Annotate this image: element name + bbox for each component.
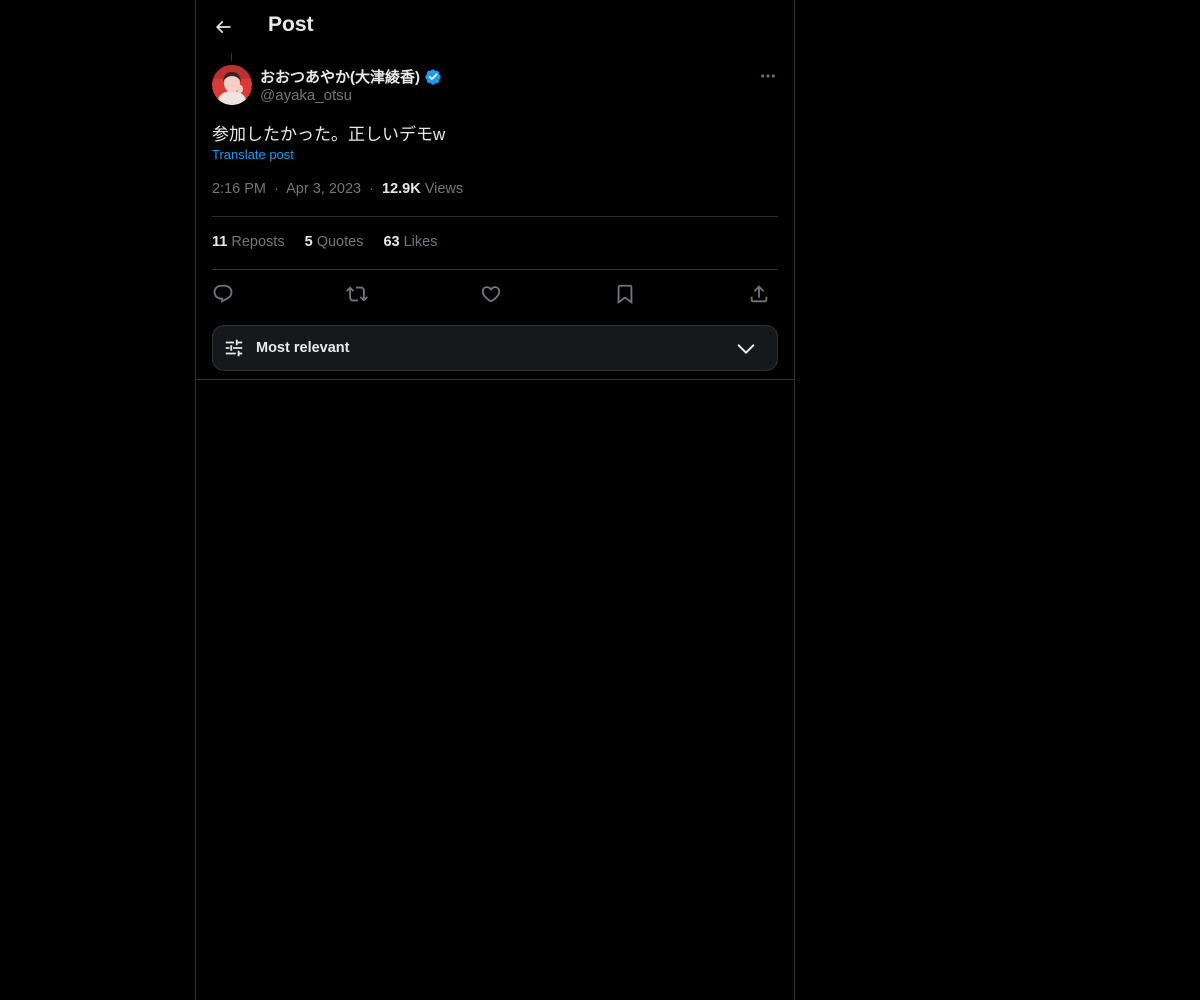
translate-post-link[interactable]: Translate post bbox=[212, 147, 294, 162]
like-button[interactable] bbox=[476, 280, 506, 308]
author-handle[interactable]: @ayaka_otsu bbox=[260, 87, 352, 104]
likes-label: Likes bbox=[403, 234, 438, 250]
views-count: 12.9K bbox=[382, 181, 421, 197]
avatar-photo bbox=[212, 65, 252, 105]
sliders-icon bbox=[225, 339, 243, 357]
bookmark-button[interactable] bbox=[610, 280, 640, 308]
meta-separator: · bbox=[369, 181, 374, 197]
page-title: Post bbox=[268, 13, 314, 36]
likes-stat[interactable]: 63 Likes bbox=[383, 234, 437, 250]
heart-icon bbox=[481, 286, 501, 303]
reposts-label: Reposts bbox=[231, 234, 285, 250]
reply-icon bbox=[213, 284, 233, 303]
author-name[interactable]: おおつあやか(大津綾香) bbox=[260, 66, 442, 87]
reposts-stat[interactable]: 11 Reposts bbox=[212, 234, 285, 250]
avatar[interactable] bbox=[212, 65, 252, 105]
post-meta: 2:16 PM · Apr 3, 2023 · 12.9K Views bbox=[212, 181, 463, 197]
likes-count: 63 bbox=[383, 234, 400, 250]
share-icon bbox=[750, 285, 768, 303]
more-icon bbox=[761, 74, 775, 78]
divider bbox=[212, 216, 778, 217]
quotes-count: 5 bbox=[304, 234, 313, 250]
post-text: 参加したかった。正しいデモw bbox=[212, 125, 446, 144]
divider bbox=[212, 269, 778, 270]
post-date[interactable]: Apr 3, 2023 bbox=[286, 181, 361, 197]
quotes-stat[interactable]: 5 Quotes bbox=[305, 234, 364, 250]
header: Post bbox=[196, 0, 794, 53]
more-options-button[interactable] bbox=[756, 64, 780, 88]
repost-icon bbox=[346, 286, 368, 302]
action-bar bbox=[212, 280, 778, 308]
repost-button[interactable] bbox=[342, 280, 372, 308]
reposts-count: 11 bbox=[212, 234, 228, 250]
thread-line bbox=[231, 53, 232, 61]
back-button[interactable] bbox=[206, 10, 240, 44]
share-button[interactable] bbox=[744, 280, 774, 308]
reply-button[interactable] bbox=[208, 280, 238, 308]
post-stats: 11 Reposts 5 Quotes 63 Likes bbox=[212, 234, 437, 250]
arrow-left-icon bbox=[215, 20, 231, 34]
views-label: Views bbox=[424, 181, 464, 197]
quotes-label: Quotes bbox=[316, 234, 364, 250]
bookmark-icon bbox=[617, 284, 633, 305]
chevron-down-icon bbox=[737, 344, 755, 354]
author-name-text: おおつあやか(大津綾香) bbox=[260, 69, 420, 86]
meta-separator: · bbox=[274, 181, 279, 197]
verified-badge-icon bbox=[425, 68, 441, 85]
sort-label: Most relevant bbox=[256, 340, 350, 356]
replies-sort-dropdown[interactable]: Most relevant bbox=[212, 325, 778, 371]
main-column: Post おおつあやか(大津綾香) @ayaka_otsu 参加したかった。正し… bbox=[195, 0, 795, 1000]
post-time[interactable]: 2:16 PM bbox=[212, 181, 266, 197]
section-divider bbox=[196, 379, 794, 380]
